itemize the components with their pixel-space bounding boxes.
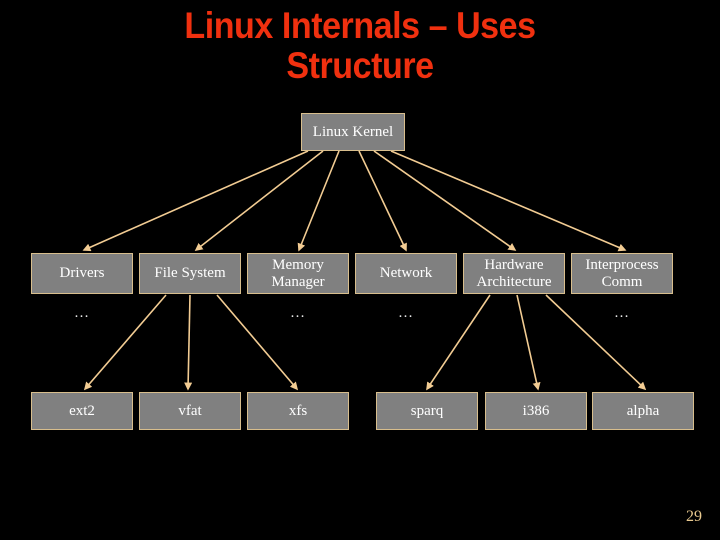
node-alpha[interactable]: alpha: [592, 392, 694, 430]
ellipsis-network: …: [398, 305, 414, 321]
edge-hardware-architecture-to-i386: [516, 294, 541, 391]
slide-title: Linux Internals – Uses Structure: [184, 5, 536, 86]
node-label-linux-kernel: Linux Kernel: [312, 123, 394, 140]
edge-linux-kernel-to-file-system: [194, 150, 324, 251]
node-label-xfs: xfs: [288, 402, 308, 419]
node-vfat[interactable]: vfat: [139, 392, 241, 430]
ellipsis-interprocess-comm: …: [614, 305, 630, 321]
edge-file-system-to-vfat: [184, 294, 193, 391]
node-label-network: Network: [379, 265, 433, 281]
node-drivers[interactable]: Drivers: [31, 253, 133, 294]
edge-linux-kernel-to-interprocess-comm: [390, 150, 627, 252]
node-interprocess-comm[interactable]: Interprocess Comm: [571, 253, 673, 294]
edge-linux-kernel-to-network: [358, 150, 407, 252]
node-label-memory-manager: Memory Manager: [271, 256, 325, 290]
node-label-file-system: File System: [154, 265, 226, 281]
edge-linux-kernel-to-hardware-architecture: [373, 150, 517, 251]
ellipsis-memory-manager: …: [290, 305, 306, 321]
node-file-system[interactable]: File System: [139, 253, 241, 294]
node-label-drivers: Drivers: [59, 265, 105, 281]
node-label-i386: i386: [522, 402, 550, 419]
node-xfs[interactable]: xfs: [247, 392, 349, 430]
page-number: 29: [686, 508, 702, 525]
node-label-ext2: ext2: [69, 402, 95, 419]
slide-canvas: Linux Internals – Uses Structure Linux K…: [0, 0, 720, 540]
node-sparq[interactable]: sparq: [376, 392, 478, 430]
node-label-sparq: sparq: [410, 402, 444, 419]
node-linux-kernel[interactable]: Linux Kernel: [301, 113, 405, 151]
ellipsis-drivers: …: [74, 305, 90, 321]
node-ext2[interactable]: ext2: [31, 392, 133, 430]
node-label-alpha: alpha: [626, 402, 660, 419]
node-label-interprocess-comm: Interprocess Comm: [585, 256, 659, 290]
node-label-vfat: vfat: [178, 402, 202, 419]
edge-linux-kernel-to-drivers: [82, 150, 309, 252]
edge-linux-kernel-to-memory-manager: [297, 150, 340, 252]
node-hardware-architecture[interactable]: Hardware Architecture: [463, 253, 565, 294]
node-memory-manager[interactable]: Memory Manager: [247, 253, 349, 294]
node-network[interactable]: Network: [355, 253, 457, 294]
node-i386[interactable]: i386: [485, 392, 587, 430]
node-label-hardware-architecture: Hardware Architecture: [476, 256, 552, 290]
